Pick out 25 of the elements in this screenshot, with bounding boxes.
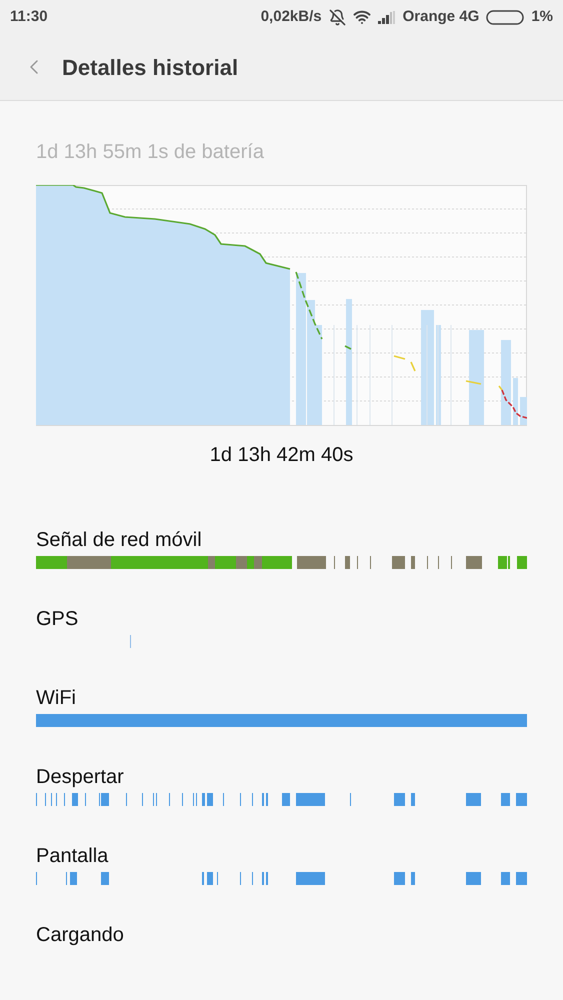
network-speed: 0,02kB/s <box>260 6 322 27</box>
history-label: Pantalla <box>36 844 110 869</box>
battery-summary: 1d 13h 55m 1s de batería <box>36 140 265 165</box>
history-label: Despertar <box>36 765 125 790</box>
history-label: Señal de red móvil <box>36 528 203 553</box>
history-label: GPS <box>36 607 80 632</box>
battery-icon <box>486 10 524 24</box>
signal-icon <box>378 10 396 24</box>
battery-line <box>466 380 482 385</box>
status-time: 11:30 <box>10 6 48 27</box>
battery-line <box>295 272 323 340</box>
battery-line <box>344 345 352 350</box>
battery-percent: 1% <box>531 6 553 27</box>
wifi-icon <box>352 8 371 26</box>
history-label: WiFi <box>36 686 77 711</box>
battery-bar <box>513 378 518 425</box>
battery-line <box>394 355 406 360</box>
battery-line <box>410 362 416 372</box>
battery-bar <box>520 397 527 425</box>
history-label: Cargando <box>36 923 125 948</box>
carrier-name: Orange 4G <box>402 6 480 27</box>
chart-duration: 1d 13h 42m 40s <box>208 443 354 468</box>
activity-timeline <box>130 635 131 648</box>
muted-bell-icon <box>328 8 346 26</box>
page-title: Detalles historial <box>62 54 238 82</box>
